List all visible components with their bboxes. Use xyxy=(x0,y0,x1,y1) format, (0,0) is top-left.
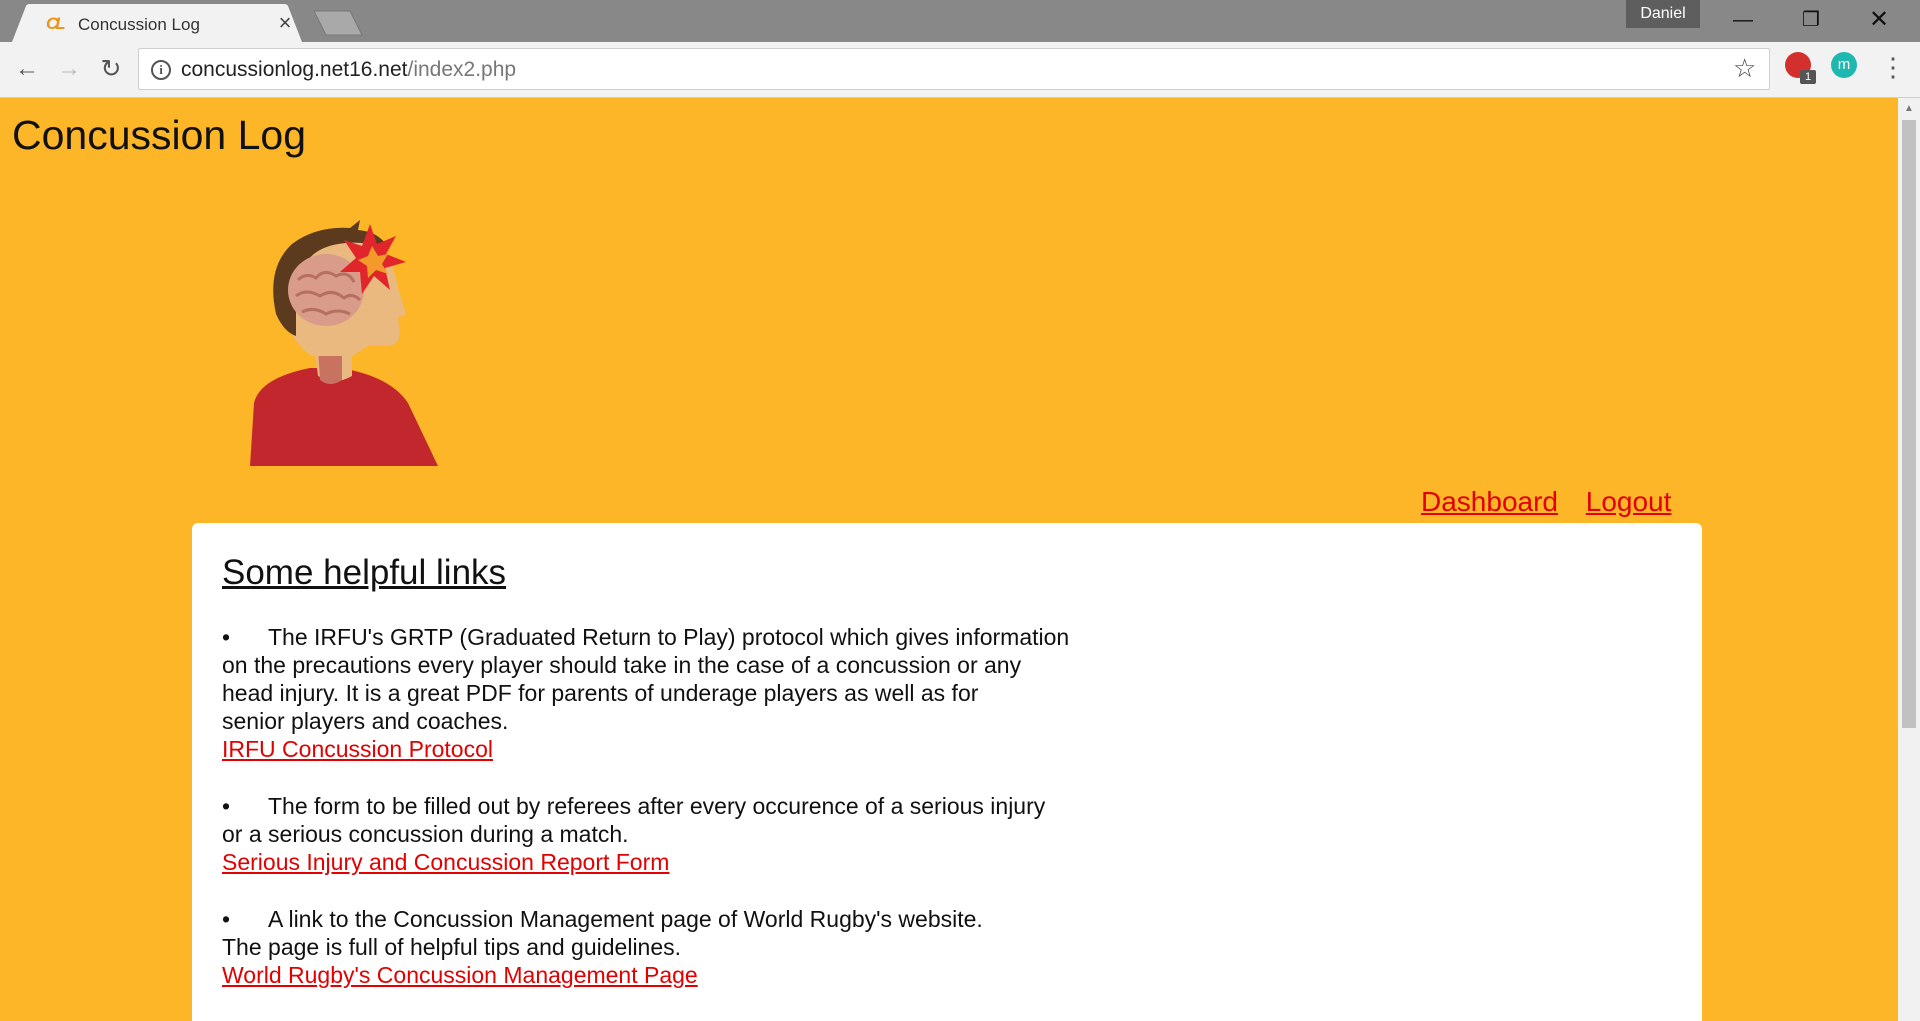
m-extension-icon[interactable]: m xyxy=(1831,52,1857,78)
site-info-icon[interactable]: i xyxy=(151,60,171,80)
item-desc-line: head injury. It is a great PDF for paren… xyxy=(222,680,979,706)
helpful-links-card: Some helpful links • The IRFU's GRTP (Gra… xyxy=(192,523,1702,1021)
irfu-protocol-link[interactable]: IRFU Concussion Protocol xyxy=(222,735,1122,763)
bullet-icon: • xyxy=(222,793,231,819)
item-desc-line: The IRFU's GRTP (Graduated Return to Pla… xyxy=(268,624,1070,650)
list-item: • The IRFU's GRTP (Graduated Return to Pl… xyxy=(222,623,1122,763)
card-heading: Some helpful links xyxy=(222,553,507,592)
extension-badge: 1 xyxy=(1800,70,1816,84)
browser-tabstrip: CL Concussion Log × Daniel — ❐ ✕ xyxy=(0,0,1920,42)
window-close-icon[interactable]: ✕ xyxy=(1846,0,1912,40)
bookmark-star-icon[interactable]: ☆ xyxy=(1733,53,1756,84)
back-arrow-icon[interactable]: ← xyxy=(12,54,42,84)
concussion-head-logo xyxy=(250,220,438,466)
browser-tab[interactable]: CL Concussion Log × xyxy=(12,4,302,42)
item-desc-line: on the precautions every player should t… xyxy=(222,652,1022,678)
dashboard-link[interactable]: Dashboard xyxy=(1421,486,1558,517)
restore-icon[interactable]: ❐ xyxy=(1778,0,1844,40)
item-desc-line: A link to the Concussion Management page… xyxy=(268,906,983,932)
browser-menu-icon[interactable]: ⋮ xyxy=(1880,52,1906,82)
tab-title: Concussion Log xyxy=(78,15,200,34)
item-desc-line: senior players and coaches. xyxy=(222,708,509,734)
url-text[interactable]: concussionlog.net16.net/index2.php xyxy=(181,58,516,82)
profile-button[interactable]: Daniel xyxy=(1626,0,1700,28)
list-item: • The form to be filled out by referees a… xyxy=(222,792,1122,876)
address-bar[interactable]: i concussionlog.net16.net/index2.php ☆ xyxy=(138,48,1770,90)
url-path: /index2.php xyxy=(407,58,517,81)
top-nav-links: Dashboard Logout xyxy=(1421,486,1671,518)
scroll-thumb[interactable] xyxy=(1902,120,1916,728)
new-tab-button[interactable] xyxy=(312,10,364,36)
site-title: Concussion Log xyxy=(12,112,307,158)
browser-toolbar: ← → ↻ i concussionlog.net16.net/index2.p… xyxy=(0,42,1920,98)
url-host: concussionlog.net16.net xyxy=(181,58,408,81)
page-viewport: Concussion Log Dashboard Logout Some hel… xyxy=(0,98,1898,1021)
favicon-icon: CL xyxy=(46,14,66,33)
page-scrollbar[interactable]: ▲ xyxy=(1898,98,1920,1021)
bullet-icon: • xyxy=(222,906,231,932)
reload-icon[interactable]: ↻ xyxy=(96,54,126,84)
minimize-icon[interactable]: — xyxy=(1710,0,1776,40)
report-form-link[interactable]: Serious Injury and Concussion Report For… xyxy=(222,848,1122,876)
item-desc-line: or a serious concussion during a match. xyxy=(222,821,629,847)
forward-arrow-icon[interactable]: → xyxy=(54,54,84,84)
list-item: • A link to the Concussion Management pag… xyxy=(222,905,1122,989)
world-rugby-link[interactable]: World Rugby's Concussion Management Page xyxy=(222,961,1122,989)
item-desc-line: The page is full of helpful tips and gui… xyxy=(222,934,682,960)
item-desc-line: The form to be filled out by referees af… xyxy=(268,793,1046,819)
scroll-up-arrow-icon[interactable]: ▲ xyxy=(1898,98,1920,120)
logout-link[interactable]: Logout xyxy=(1586,486,1672,517)
tab-close-icon[interactable]: × xyxy=(274,11,296,35)
bullet-icon: • xyxy=(222,624,231,650)
helpful-links-list: • The IRFU's GRTP (Graduated Return to Pl… xyxy=(222,623,1122,1018)
